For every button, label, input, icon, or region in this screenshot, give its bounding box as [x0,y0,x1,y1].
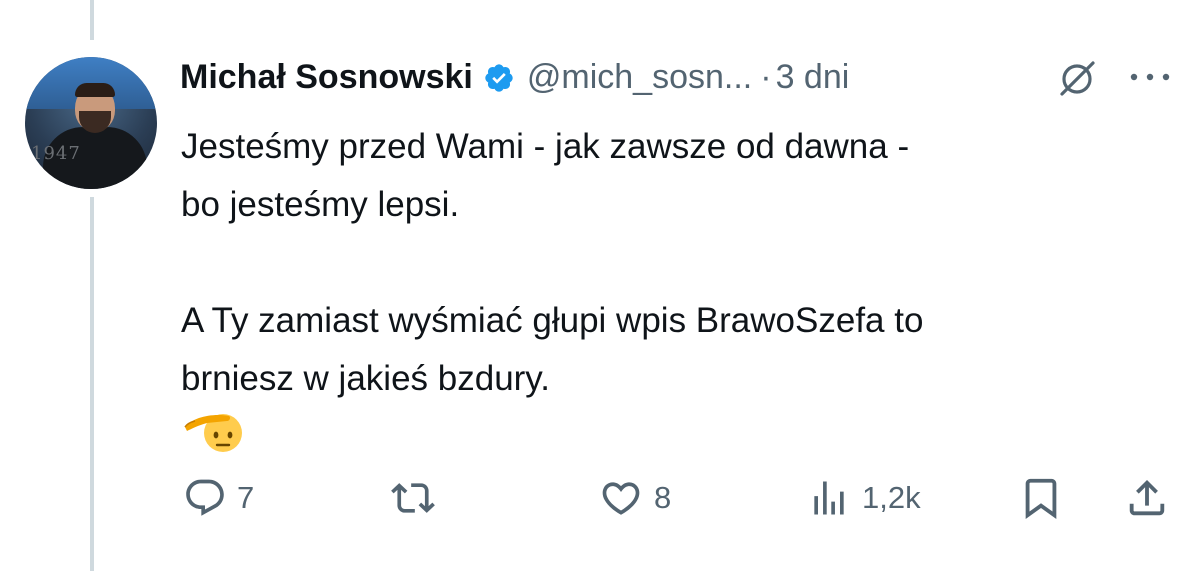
more-icon[interactable] [1128,70,1172,84]
avatar[interactable]: 1947 [25,57,157,189]
author-handle[interactable]: @mich_sosn... [527,58,752,97]
timestamp[interactable]: 3 dni [776,58,850,97]
reply-count: 7 [237,480,255,515]
avatar-hair [75,83,115,97]
views-icon [814,481,844,515]
share-icon [1129,479,1165,516]
reply-icon [186,479,224,516]
tweet-line: A Ty zamiast wyśmiać głupi wpis BrawoSze… [181,301,924,340]
like-button[interactable]: 8 [598,470,671,526]
tweet-text: Jesteśmy przed Wami - jak zawsze od dawn… [181,118,1171,408]
reply-button[interactable]: 7 [183,470,254,526]
saluting-face-emoji-icon [184,414,242,452]
bookmark-icon [1025,478,1057,519]
action-bar: 7 8 1,2k [0,470,1200,526]
views-button[interactable]: 1,2k [806,470,921,526]
grok-icon[interactable] [1055,58,1099,98]
tweet-line: bo jesteśmy lepsi. [181,185,460,224]
like-count: 8 [654,480,672,515]
share-button[interactable] [1124,470,1170,526]
verified-badge-icon[interactable] [483,62,515,94]
avatar-shirt-text: 1947 [31,143,81,164]
repost-icon [391,483,435,513]
repost-button[interactable] [388,470,448,526]
author-name[interactable]: Michał Sosnowski [180,58,473,97]
like-icon [602,482,640,515]
tweet-header: Michał Sosnowski @mich_sosn... · 3 dni [180,52,849,102]
separator-dot: · [760,57,772,96]
thread-line-top [90,0,94,40]
views-count: 1,2k [862,480,921,515]
tweet-line: Jesteśmy przed Wami - jak zawsze od dawn… [181,127,910,166]
tweet-line: brniesz w jakieś bzdury. [181,359,550,398]
bookmark-button[interactable] [1018,470,1064,526]
